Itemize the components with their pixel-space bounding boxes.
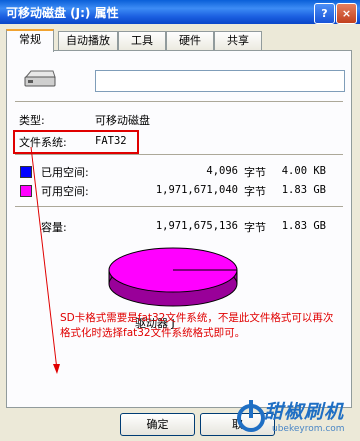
watermark-url: ubekeyrom.com xyxy=(272,424,345,434)
tab-hardware[interactable]: 硬件 xyxy=(166,31,214,50)
annotation-note: SD卡格式需要是fat32文件系统，不是此文件格式可以再次格式化时选择fat32… xyxy=(60,312,334,339)
watermark-logo-icon xyxy=(237,400,265,432)
annotation-arrow xyxy=(30,146,60,374)
watermark: 甜椒刷机 ubekeyrom.com xyxy=(232,394,360,440)
watermark-text: 甜椒刷机 xyxy=(264,401,345,423)
tab-general[interactable]: 常规 xyxy=(6,29,54,52)
help-icon[interactable]: ? xyxy=(314,3,335,24)
tab-tools[interactable]: 工具 xyxy=(118,31,166,50)
tab-sharing[interactable]: 共享 xyxy=(214,31,262,50)
window-title: 可移动磁盘 (J:) 属性 xyxy=(6,6,119,20)
general-panel: 类型: 可移动磁盘 文件系统: FAT32 已用空间: 4,096 字节 4.0… xyxy=(6,50,352,408)
ok-button[interactable]: 确定 xyxy=(120,413,195,436)
tab-autoplay[interactable]: 自动播放 xyxy=(58,31,118,50)
title-bar: 可移动磁盘 (J:) 属性 ? × xyxy=(0,0,360,24)
close-icon[interactable]: × xyxy=(336,3,357,24)
